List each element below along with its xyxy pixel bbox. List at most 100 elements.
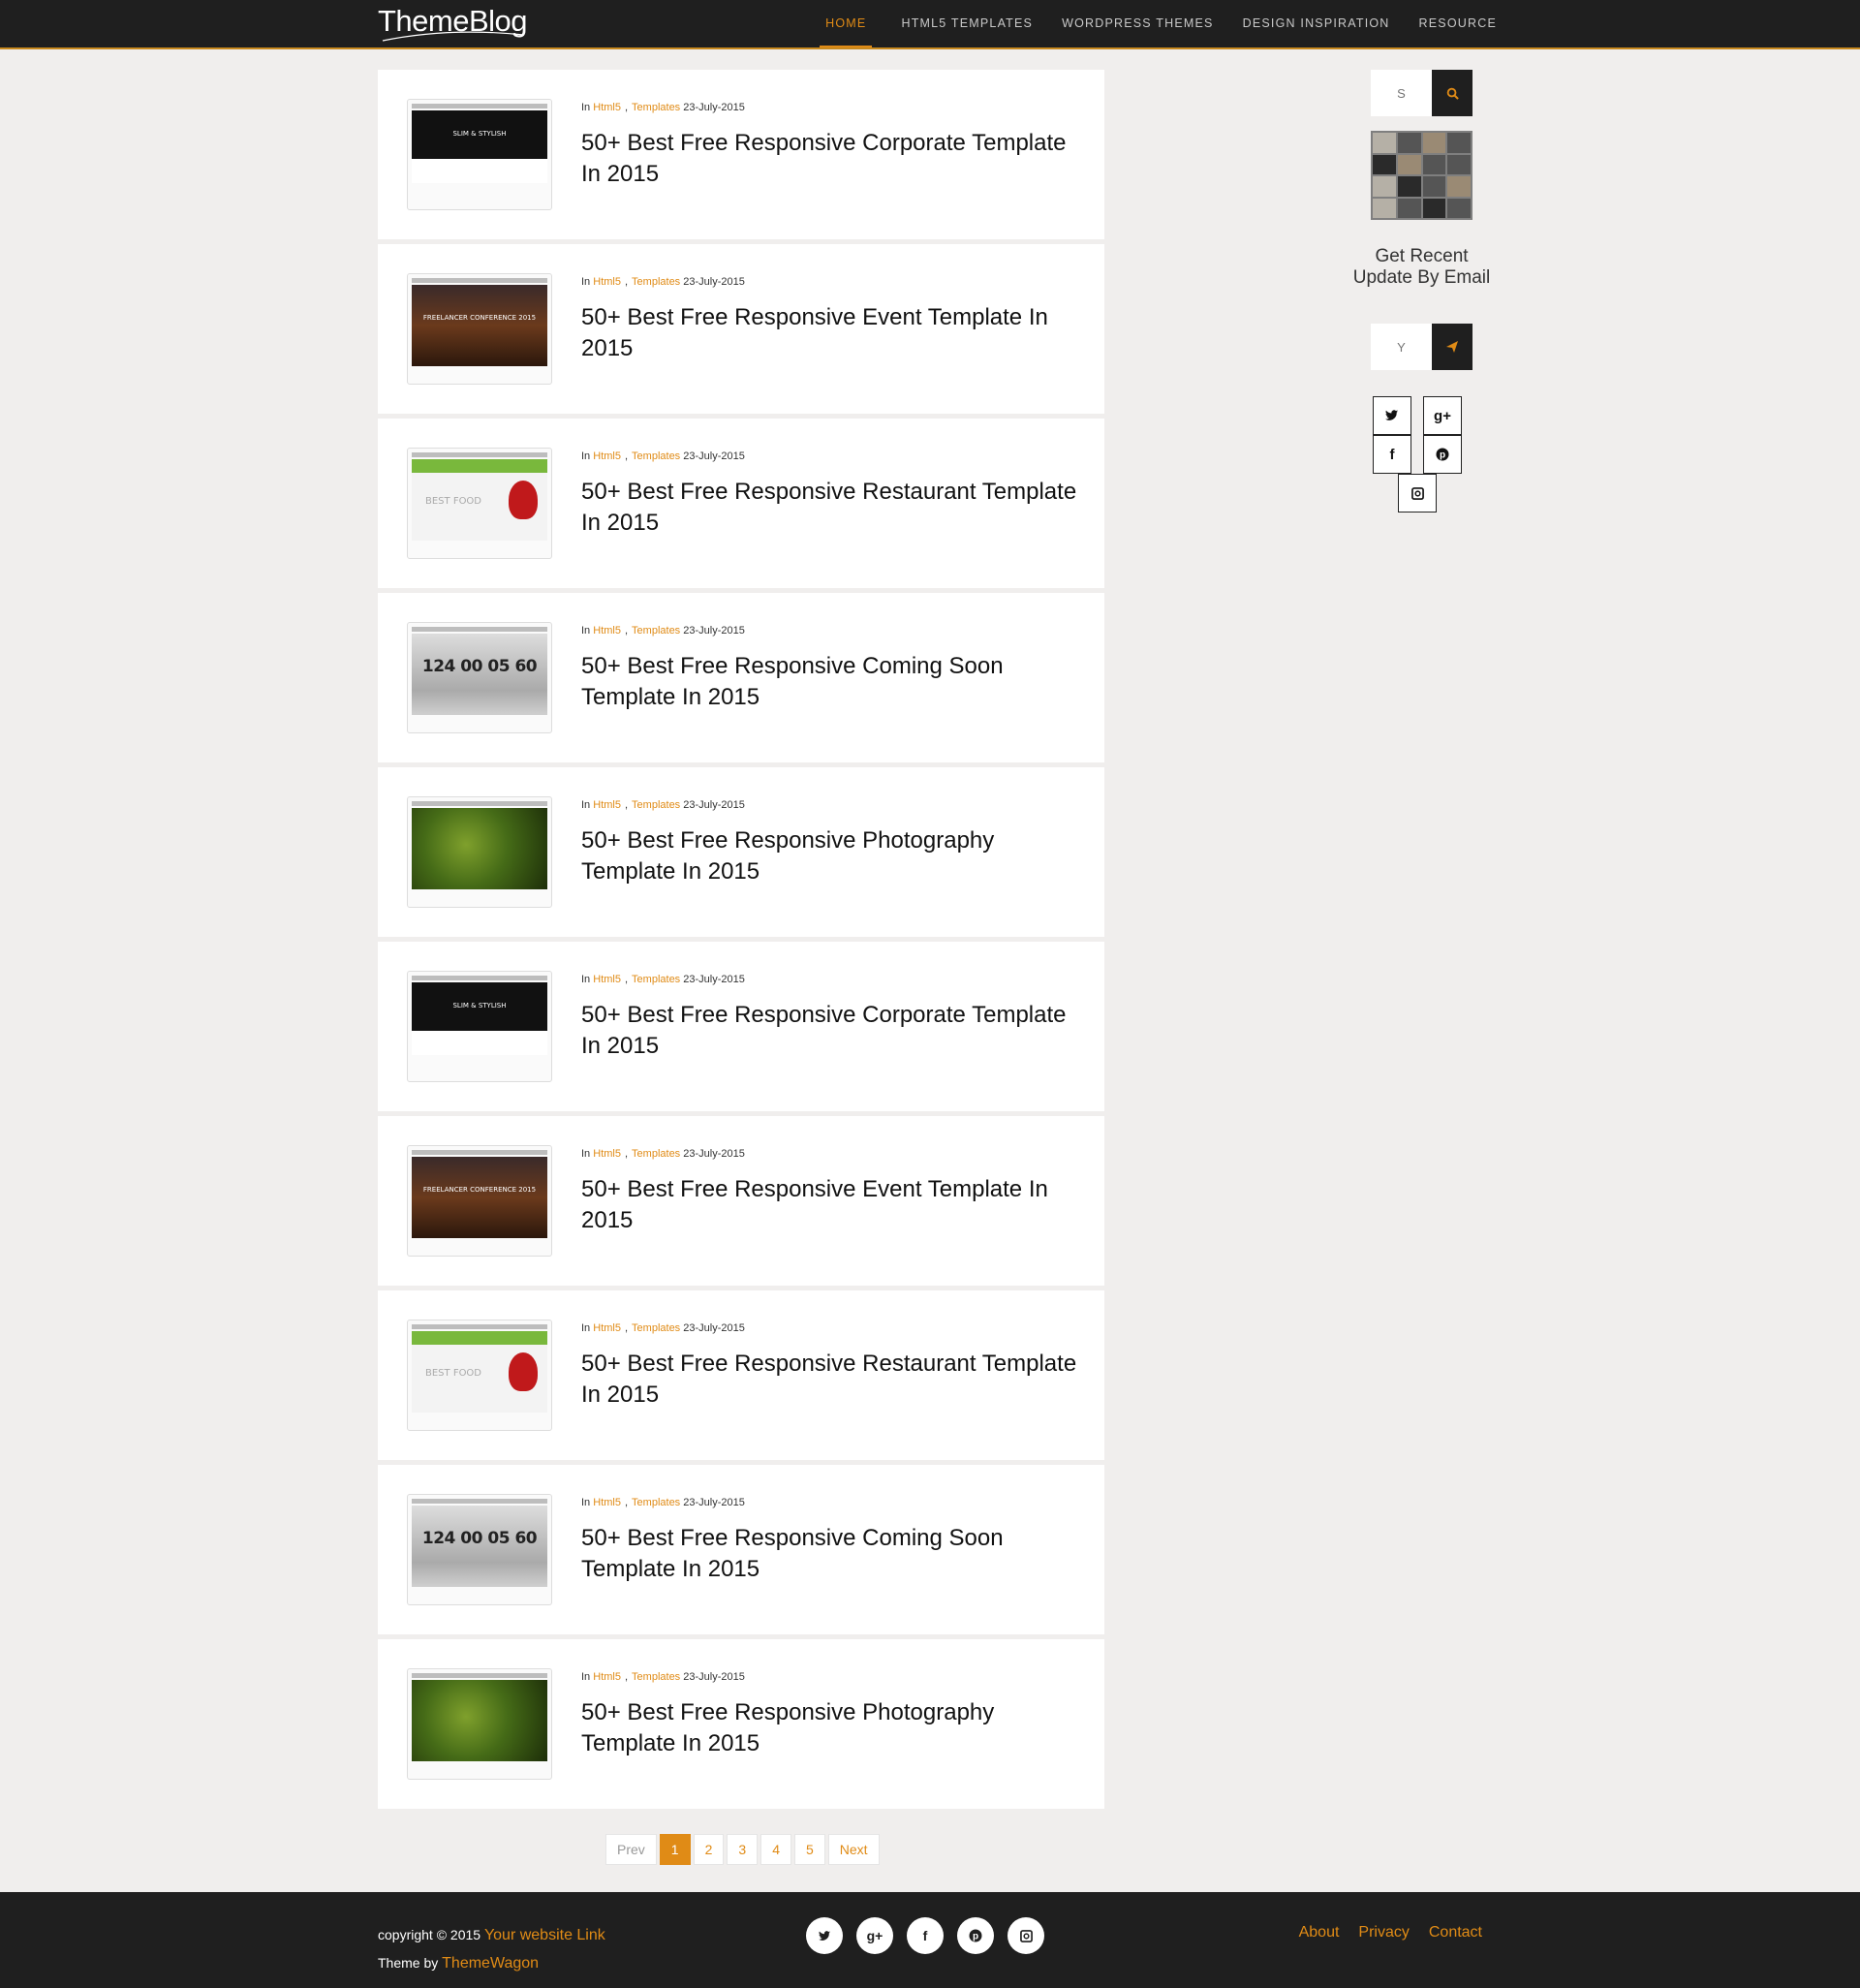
post-date: 23-July-2015: [683, 450, 745, 462]
page-3-button[interactable]: 3: [727, 1834, 759, 1865]
post-meta: In Html5, Templates 23-July-2015: [581, 1322, 745, 1334]
post-card: SLIM & STYLISH In Html5, Templates 23-Jul…: [378, 70, 1104, 239]
post-thumbnail[interactable]: FREELANCER CONFERENCE 2015: [407, 1145, 552, 1257]
footer-privacy-link[interactable]: Privacy: [1358, 1924, 1409, 1941]
post-date: 23-July-2015: [683, 1322, 745, 1334]
category-link-templates[interactable]: Templates: [632, 974, 680, 985]
subscribe-button[interactable]: [1432, 324, 1472, 370]
post-title[interactable]: 50+ Best Free Responsive Coming Soon Tem…: [581, 1523, 1085, 1585]
category-link-html5[interactable]: Html5: [593, 625, 621, 637]
footer-facebook-icon[interactable]: f: [907, 1917, 944, 1954]
post-meta: In Html5, Templates 23-July-2015: [581, 625, 745, 637]
post-title[interactable]: 50+ Best Free Responsive Photography Tem…: [581, 1697, 1085, 1759]
post-meta: In Html5, Templates 23-July-2015: [581, 1148, 745, 1160]
meta-separator: ,: [624, 799, 629, 811]
post-thumbnail[interactable]: SLIM & STYLISH: [407, 99, 552, 210]
nav-html5-templates[interactable]: HTML5 TEMPLATES: [901, 0, 1033, 47]
prev-page-button[interactable]: Prev: [605, 1834, 657, 1865]
post-card: BEST FOOD In Html5, Templates 23-July-201…: [378, 419, 1104, 588]
category-link-html5[interactable]: Html5: [593, 1497, 621, 1508]
next-page-button[interactable]: Next: [827, 1834, 880, 1865]
twitter-icon[interactable]: [1373, 396, 1411, 435]
facebook-icon[interactable]: f: [1373, 435, 1411, 474]
instagram-icon[interactable]: [1398, 474, 1437, 513]
post-card: BEST FOOD In Html5, Templates 23-July-201…: [378, 1290, 1104, 1460]
nav-wordpress-themes[interactable]: WORDPRESS THEMES: [1062, 0, 1214, 47]
themewagon-link[interactable]: ThemeWagon: [442, 1955, 539, 1972]
theme-by-text: Theme by: [378, 1955, 439, 1971]
email-input[interactable]: [1371, 324, 1432, 370]
footer-twitter-icon[interactable]: [806, 1917, 843, 1954]
category-link-html5[interactable]: Html5: [593, 1671, 621, 1683]
post-thumbnail[interactable]: SLIM & STYLISH: [407, 971, 552, 1082]
meta-in: In: [581, 450, 591, 462]
post-title[interactable]: 50+ Best Free Responsive Coming Soon Tem…: [581, 651, 1085, 713]
post-thumbnail[interactable]: 124 00 05 60: [407, 1494, 552, 1605]
paper-plane-icon: [1446, 341, 1458, 353]
post-title[interactable]: 50+ Best Free Responsive Photography Tem…: [581, 825, 1085, 887]
post-thumbnail[interactable]: [407, 796, 552, 908]
category-link-html5[interactable]: Html5: [593, 799, 621, 811]
post-thumbnail[interactable]: BEST FOOD: [407, 1320, 552, 1431]
logo-swoosh-icon: [382, 31, 525, 42]
post-date: 23-July-2015: [683, 276, 745, 288]
category-link-templates[interactable]: Templates: [632, 1671, 680, 1683]
page-1-button[interactable]: 1: [659, 1834, 691, 1865]
footer-credits: copyright © 2015 Your website Link Theme…: [378, 1921, 605, 1977]
search-input[interactable]: [1371, 70, 1432, 116]
category-link-templates[interactable]: Templates: [632, 799, 680, 811]
nav-design-inspiration[interactable]: DESIGN INSPIRATION: [1243, 0, 1390, 47]
post-date: 23-July-2015: [683, 625, 745, 637]
post-card: 124 00 05 60 In Html5, Templates 23-July-…: [378, 1465, 1104, 1634]
pinterest-icon[interactable]: p: [1423, 435, 1462, 474]
post-title[interactable]: 50+ Best Free Responsive Corporate Templ…: [581, 128, 1085, 190]
main-nav: HOME HTML5 TEMPLATES WORDPRESS THEMES DE…: [790, 0, 1497, 47]
svg-text:p: p: [973, 1932, 978, 1942]
category-link-html5[interactable]: Html5: [593, 450, 621, 462]
page-5-button[interactable]: 5: [793, 1834, 825, 1865]
category-link-templates[interactable]: Templates: [632, 1148, 680, 1160]
footer-instagram-icon[interactable]: [1008, 1917, 1044, 1954]
category-link-templates[interactable]: Templates: [632, 102, 680, 113]
post-title[interactable]: 50+ Best Free Responsive Event Template …: [581, 302, 1085, 364]
category-link-templates[interactable]: Templates: [632, 1322, 680, 1334]
meta-separator: ,: [624, 1497, 629, 1508]
sidebar-banner-image[interactable]: [1371, 131, 1472, 220]
page-4-button[interactable]: 4: [760, 1834, 791, 1865]
meta-separator: ,: [624, 1322, 629, 1334]
search-button[interactable]: [1432, 70, 1472, 116]
post-thumbnail[interactable]: [407, 1668, 552, 1780]
post-date: 23-July-2015: [683, 102, 745, 113]
category-link-html5[interactable]: Html5: [593, 102, 621, 113]
category-link-templates[interactable]: Templates: [632, 450, 680, 462]
category-link-html5[interactable]: Html5: [593, 1322, 621, 1334]
thumbnail-caption: 124 00 05 60: [421, 657, 538, 676]
thumbnail-caption: FREELANCER CONFERENCE 2015: [422, 1186, 537, 1194]
nav-home[interactable]: HOME: [820, 0, 873, 47]
website-link[interactable]: Your website Link: [484, 1927, 605, 1943]
footer-links: About Privacy Contact: [1280, 1924, 1482, 1941]
meta-separator: ,: [624, 974, 629, 985]
post-thumbnail[interactable]: 124 00 05 60: [407, 622, 552, 733]
footer-google-plus-icon[interactable]: g+: [856, 1917, 893, 1954]
footer-pinterest-icon[interactable]: p: [957, 1917, 994, 1954]
google-plus-icon[interactable]: g+: [1423, 396, 1462, 435]
post-thumbnail[interactable]: FREELANCER CONFERENCE 2015: [407, 273, 552, 385]
post-title[interactable]: 50+ Best Free Responsive Restaurant Temp…: [581, 1349, 1085, 1411]
footer-contact-link[interactable]: Contact: [1429, 1924, 1482, 1941]
post-title[interactable]: 50+ Best Free Responsive Event Template …: [581, 1174, 1085, 1236]
category-link-templates[interactable]: Templates: [632, 625, 680, 637]
category-link-html5[interactable]: Html5: [593, 1148, 621, 1160]
post-meta: In Html5, Templates 23-July-2015: [581, 276, 745, 288]
category-link-html5[interactable]: Html5: [593, 974, 621, 985]
category-link-html5[interactable]: Html5: [593, 276, 621, 288]
post-title[interactable]: 50+ Best Free Responsive Restaurant Temp…: [581, 477, 1085, 539]
post-thumbnail[interactable]: BEST FOOD: [407, 448, 552, 559]
footer-about-link[interactable]: About: [1299, 1924, 1340, 1941]
category-link-templates[interactable]: Templates: [632, 276, 680, 288]
page-2-button[interactable]: 2: [693, 1834, 725, 1865]
meta-in: In: [581, 102, 591, 113]
post-title[interactable]: 50+ Best Free Responsive Corporate Templ…: [581, 1000, 1085, 1062]
category-link-templates[interactable]: Templates: [632, 1497, 680, 1508]
nav-resource[interactable]: RESOURCE: [1419, 0, 1497, 47]
